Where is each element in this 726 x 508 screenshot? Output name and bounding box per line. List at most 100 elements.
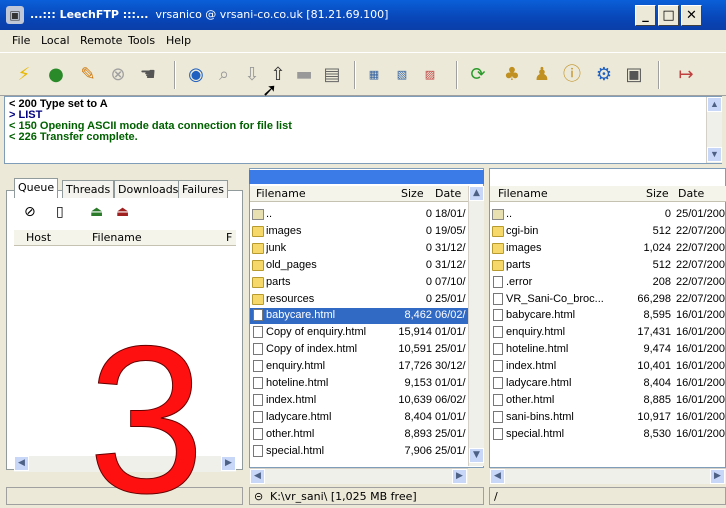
file-row[interactable]: babycare.html 8,595 16/01/200 <box>490 308 726 324</box>
column-filename[interactable]: Filename <box>92 231 142 244</box>
view-icon[interactable]: ⌕ <box>212 63 236 87</box>
folder-icon[interactable]: ▬ <box>292 63 316 87</box>
file-name: babycare.html <box>506 309 576 322</box>
remote-hscrollbar[interactable]: ◀ ▶ <box>490 468 726 484</box>
queue-remove-icon[interactable]: ⏏ <box>116 204 129 220</box>
menu-help[interactable]: Help <box>166 34 191 47</box>
file-row[interactable]: other.html 8,885 16/01/200 <box>490 393 726 409</box>
scroll-right-icon[interactable]: ▶ <box>710 469 725 484</box>
column-size[interactable]: Size <box>646 187 669 200</box>
auto-mode-icon[interactable]: ▨ <box>418 63 442 87</box>
menu-tools[interactable]: Tools <box>128 34 155 47</box>
log-panel[interactable]: < 200 Type set to A > LIST < 150 Opening… <box>4 96 722 164</box>
file-date: 16/01/200 <box>676 360 725 373</box>
file-row[interactable]: junk 0 31/12/ <box>250 241 468 257</box>
sync-icon[interactable]: ⟳ <box>466 63 490 87</box>
scroll-down-icon[interactable]: ▼ <box>707 147 722 162</box>
file-row[interactable]: resources 0 25/01/ <box>250 292 468 308</box>
edit-icon[interactable]: ✎ <box>76 63 100 87</box>
column-date[interactable]: Date <box>435 187 461 200</box>
column-filename[interactable]: Filename <box>256 187 306 200</box>
file-row[interactable]: parts 512 22/07/200 <box>490 258 726 274</box>
file-row[interactable]: old_pages 0 31/12/ <box>250 258 468 274</box>
file-row[interactable]: other.html 8,893 25/01/ <box>250 427 468 443</box>
file-row[interactable]: VR_Sani-Co_broc... 66,298 22/07/200 <box>490 292 726 308</box>
connect-icon[interactable]: ⚡ <box>12 63 36 87</box>
close-button[interactable]: ✕ <box>681 5 702 26</box>
file-row[interactable]: .. 0 18/01/ <box>250 207 468 223</box>
file-icon <box>493 292 503 305</box>
file-row[interactable]: babycare.html 8,462 06/02/ <box>250 308 468 325</box>
column-f[interactable]: F <box>226 231 232 244</box>
queue-new-icon[interactable]: ▯ <box>56 204 64 220</box>
ascii-mode-icon[interactable]: ▧ <box>390 63 414 87</box>
scroll-up-icon[interactable]: ▲ <box>707 97 722 112</box>
file-row[interactable]: Copy of enquiry.html 15,914 01/01/ <box>250 325 468 341</box>
log-scrollbar[interactable]: ▲ ▼ <box>706 97 722 163</box>
scroll-right-icon[interactable]: ▶ <box>221 456 236 471</box>
file-row[interactable]: sani-bins.html 10,917 16/01/200 <box>490 410 726 426</box>
file-name: resources <box>266 292 315 305</box>
file-row[interactable]: images 1,024 22/07/200 <box>490 241 726 257</box>
scroll-down-icon[interactable]: ▼ <box>469 448 484 463</box>
queue-start-icon[interactable]: ⊘ <box>24 204 36 220</box>
user-icon[interactable]: ♟ <box>530 63 554 87</box>
column-date[interactable]: Date <box>678 187 704 200</box>
file-row[interactable]: enquiry.html 17,431 16/01/200 <box>490 325 726 341</box>
local-vscrollbar[interactable]: ▲ ▼ <box>468 186 484 466</box>
file-date: 01/01/ <box>435 377 466 389</box>
maximize-button[interactable]: □ <box>658 5 679 26</box>
file-row[interactable]: cgi-bin 512 22/07/200 <box>490 224 726 240</box>
file-row[interactable]: .error 208 22/07/200 <box>490 275 726 291</box>
exit-icon[interactable]: ↦ <box>674 63 698 87</box>
monitor-icon[interactable]: ▣ <box>622 63 646 87</box>
menu-local[interactable]: Local <box>41 34 70 47</box>
scroll-left-icon[interactable]: ◀ <box>14 456 29 471</box>
file-row[interactable]: Copy of index.html 10,591 25/01/ <box>250 342 468 358</box>
users-icon[interactable]: ♣ <box>500 63 524 87</box>
rename-icon[interactable]: ▤ <box>320 63 344 87</box>
file-row[interactable]: ladycare.html 8,404 16/01/200 <box>490 376 726 392</box>
file-size: 7,906 <box>404 444 432 457</box>
minimize-button[interactable]: _ <box>635 5 656 26</box>
column-size[interactable]: Size <box>401 187 424 200</box>
scroll-up-icon[interactable]: ▲ <box>469 186 484 201</box>
file-size: 0 <box>425 275 432 288</box>
file-row[interactable]: index.html 10,639 06/02/ <box>250 393 468 409</box>
tab-threads[interactable]: Threads <box>62 180 115 198</box>
scroll-right-icon[interactable]: ▶ <box>452 469 467 484</box>
file-row[interactable]: images 0 19/05/ <box>250 224 468 240</box>
file-row[interactable]: parts 0 07/10/ <box>250 275 468 291</box>
refresh-icon[interactable]: ◉ <box>184 63 208 87</box>
globe-icon[interactable]: ● <box>44 63 68 87</box>
column-host[interactable]: Host <box>26 231 51 244</box>
file-name: hoteline.html <box>506 343 569 356</box>
disconnect-icon[interactable]: ⊗ <box>106 63 130 87</box>
info-icon[interactable]: ⓘ <box>560 63 584 87</box>
title-bar[interactable]: ▣ ...::: LeechFTP :::... vrsanico @ vrsa… <box>0 0 726 30</box>
menu-remote[interactable]: Remote <box>80 34 122 47</box>
scroll-left-icon[interactable]: ◀ <box>250 469 265 484</box>
binary-mode-icon[interactable]: ▦ <box>362 63 386 87</box>
file-row[interactable]: ladycare.html 8,404 01/01/ <box>250 410 468 426</box>
file-row[interactable]: enquiry.html 17,726 30/12/ <box>250 359 468 375</box>
file-row[interactable]: .. 0 25/01/200 <box>490 207 726 223</box>
file-size: 0 <box>425 241 432 254</box>
settings-icon[interactable]: ⚙ <box>592 63 616 87</box>
file-row[interactable]: hoteline.html 9,474 16/01/200 <box>490 342 726 358</box>
file-row[interactable]: special.html 7,906 25/01/ <box>250 444 468 460</box>
scroll-left-icon[interactable]: ◀ <box>490 469 505 484</box>
download-icon[interactable]: ⇩ <box>240 63 264 87</box>
file-row[interactable]: hoteline.html 9,153 01/01/ <box>250 376 468 392</box>
column-filename[interactable]: Filename <box>498 187 548 200</box>
tab-downloads[interactable]: Downloads <box>114 180 183 198</box>
queue-add-icon[interactable]: ⏏ <box>90 204 103 220</box>
hand-icon[interactable]: ☚ <box>136 63 160 87</box>
file-row[interactable]: index.html 10,401 16/01/200 <box>490 359 726 375</box>
tab-failures[interactable]: Failures <box>178 180 228 198</box>
app-icon[interactable]: ▣ <box>6 6 24 24</box>
tab-queue[interactable]: Queue <box>14 178 59 198</box>
local-hscrollbar[interactable]: ◀ ▶ <box>250 468 468 484</box>
file-row[interactable]: special.html 8,530 16/01/200 <box>490 427 726 443</box>
menu-file[interactable]: File <box>12 34 30 47</box>
